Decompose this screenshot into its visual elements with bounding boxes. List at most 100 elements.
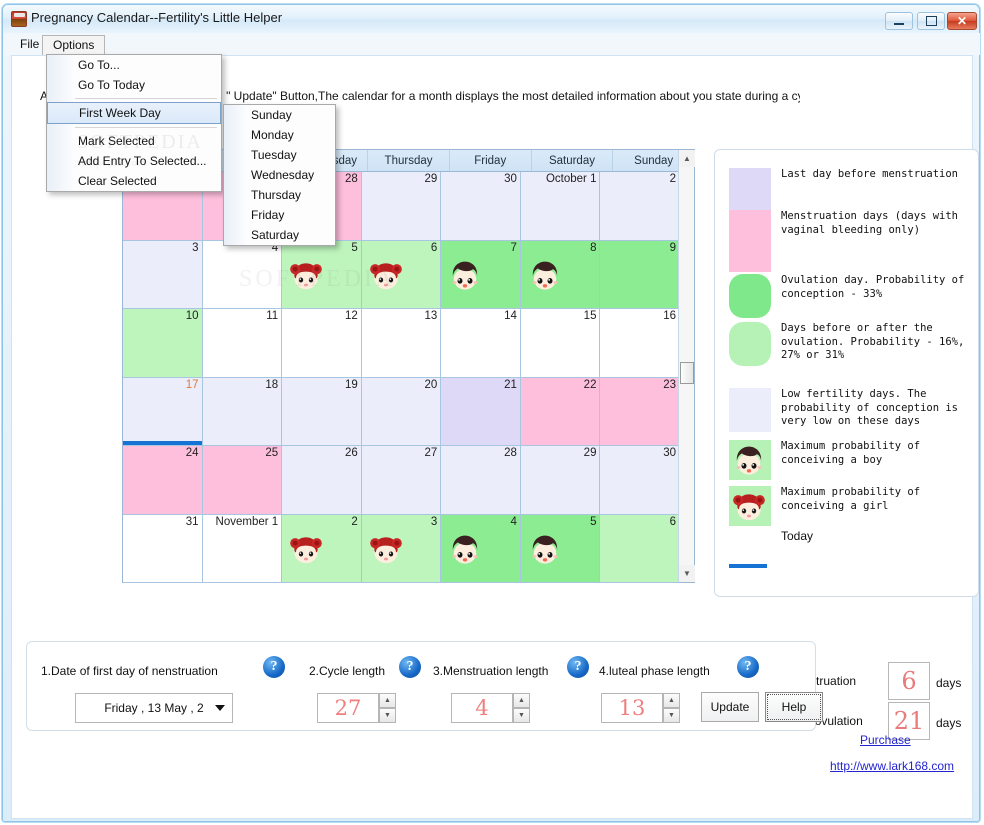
calendar-scrollbar[interactable]: ▲ ▼ [678,150,695,582]
calendar-day-cell[interactable]: 24 [123,446,203,515]
scroll-up-icon[interactable]: ▲ [679,150,695,167]
calendar-day-cell[interactable]: 3 [123,240,203,309]
first-week-day-submenu[interactable]: Sunday Monday Tuesday Wednesday Thursday… [223,104,336,246]
calendar-day-cell[interactable]: 15 [520,309,601,378]
submenu-wednesday[interactable]: Wednesday [224,165,335,185]
calendar-day-cell[interactable]: 9 [600,240,679,309]
scroll-down-icon[interactable]: ▼ [679,565,695,582]
cycle-length-input[interactable]: 27 [317,693,379,723]
close-button[interactable]: ✕ [947,12,977,30]
chevron-down-icon[interactable] [215,705,225,711]
calendar-day-cell[interactable]: 4 [441,514,521,583]
menstruation-length-input[interactable]: 4 [451,693,513,723]
calendar-day-cell[interactable]: 28 [441,446,521,515]
update-button[interactable]: Update [701,692,759,722]
help-button[interactable]: Help [765,692,823,722]
luteal-phase-length-input[interactable]: 13 [601,693,663,723]
calendar-day-cell[interactable]: 18 [202,377,283,446]
help-icon-3[interactable]: ? [567,656,589,678]
calendar-day-cell[interactable]: 6 [361,240,442,309]
label-first-day-of-menstruation: 1.Date of first day of nenstruation [41,664,218,678]
calendar[interactable]: Monday Tuesday Wednesday Thursday Friday… [122,149,695,583]
calendar-day-cell[interactable]: 27 [361,446,442,515]
submenu-friday[interactable]: Friday [224,205,335,225]
calendar-day-number: 17 [185,378,199,391]
calendar-day-cell[interactable]: 13 [361,309,442,378]
help-icon-4[interactable]: ? [737,656,759,678]
options-dropdown-menu[interactable]: Go To... Go To Today First Week Day Mark… [46,54,222,192]
menstruation-length-stepper[interactable]: ▲ ▼ [513,693,530,723]
calendar-day-cell[interactable]: 25 [202,446,283,515]
calendar-day-cell[interactable]: 4 [202,240,283,309]
calendar-day-cell[interactable]: 8 [520,240,601,309]
calendar-day-number: 2 [669,173,677,185]
calendar-day-cell[interactable]: 31 [123,514,203,583]
menu-first-week-day[interactable]: First Week Day [47,102,221,124]
calendar-day-cell[interactable]: 16 [600,309,679,378]
calendar-day-cell[interactable]: 10 [123,309,203,378]
calendar-day-cell[interactable]: 5 [282,240,362,309]
stepper-up-icon[interactable]: ▲ [379,693,396,708]
stepper-down-icon[interactable]: ▼ [379,708,396,723]
calendar-day-cell[interactable]: 7 [441,240,521,309]
calendar-day-number: 10 [185,310,199,322]
calendar-day-cell[interactable]: 20 [361,377,442,446]
stepper-up-icon[interactable]: ▲ [513,693,530,708]
legend-label: Ovulation day. Probability of conception… [781,274,965,300]
stepper-down-icon[interactable]: ▼ [663,708,680,723]
calendar-day-number: 18 [265,378,279,391]
calendar-day-cell[interactable]: 30 [600,446,679,515]
calendar-day-number: 6 [669,515,677,528]
menu-add-entry-to-selected[interactable]: Add Entry To Selected... [47,151,221,171]
calendar-day-cell[interactable]: 29 [361,172,442,241]
calendar-day-cell[interactable]: 5 [520,514,601,583]
menu-item-options[interactable]: Options [42,35,106,56]
calendar-day-cell[interactable]: 11 [202,309,283,378]
calendar-day-cell[interactable]: 12 [282,309,362,378]
calendar-day-cell[interactable]: 22 [520,377,601,446]
menu-mark-selected[interactable]: Mark Selected [47,131,221,151]
calendar-day-cell[interactable]: 26 [282,446,362,515]
calendar-day-cell[interactable]: 17 [123,377,203,446]
calendar-grid[interactable]: 2627282930October 1234567891011121314151… [123,172,679,583]
luteal-phase-length-stepper[interactable]: ▲ ▼ [663,693,680,723]
submenu-thursday[interactable]: Thursday [224,185,335,205]
submenu-sunday[interactable]: Sunday [224,105,335,125]
submenu-saturday[interactable]: Saturday [224,225,335,245]
calendar-week-row: 10 11 12 13 14 15 16 [123,309,679,378]
legend-row: Days before or after the ovulation. Prob… [729,322,969,366]
calendar-day-cell[interactable]: 30 [441,172,521,241]
stepper-up-icon[interactable]: ▲ [663,693,680,708]
purchase-link[interactable]: Purchase [860,733,911,747]
calendar-day-cell[interactable]: 3 [361,514,442,583]
help-icon-2[interactable]: ? [399,656,421,678]
menu-go-to-today[interactable]: Go To Today [47,75,221,95]
input-form-panel: 1.Date of first day of nenstruation ? 2.… [26,641,823,731]
calendar-day-cell[interactable]: 21 [441,377,521,446]
cycle-length-stepper[interactable]: ▲ ▼ [379,693,396,723]
calendar-day-cell[interactable]: 6 [600,514,679,583]
calendar-day-cell[interactable]: 23 [600,377,679,446]
help-icon-1[interactable]: ? [263,656,285,678]
website-link[interactable]: http://www.lark168.com [830,759,954,773]
calendar-day-cell[interactable]: October 1 [520,172,601,241]
menu-clear-selected[interactable]: Clear Selected [47,171,221,191]
calendar-day-cell[interactable]: November 1 [202,514,283,583]
scrollbar-thumb[interactable] [680,362,694,384]
calendar-day-cell[interactable]: 2 [282,514,362,583]
calendar-day-cell[interactable]: 14 [441,309,521,378]
submenu-tuesday[interactable]: Tuesday [224,145,335,165]
day-header-thursday: Thursday [368,150,450,171]
calendar-day-cell[interactable]: 19 [282,377,362,446]
stepper-down-icon[interactable]: ▼ [513,708,530,723]
calendar-day-cell[interactable]: 29 [520,446,601,515]
submenu-monday[interactable]: Monday [224,125,335,145]
maximize-button[interactable] [917,12,945,30]
minimize-button[interactable] [885,12,913,30]
menu-go-to[interactable]: Go To... [47,55,221,75]
app-window: Pregnancy Calendar--Fertility's Little H… [2,4,980,822]
legend-row: Low fertility days. The probability of c… [729,388,969,432]
legend-label: Menstruation days (days with vaginal ble… [781,210,959,236]
date-picker[interactable]: Friday , 13 May , 2 [75,693,233,723]
calendar-day-cell[interactable]: 2 [600,172,679,241]
